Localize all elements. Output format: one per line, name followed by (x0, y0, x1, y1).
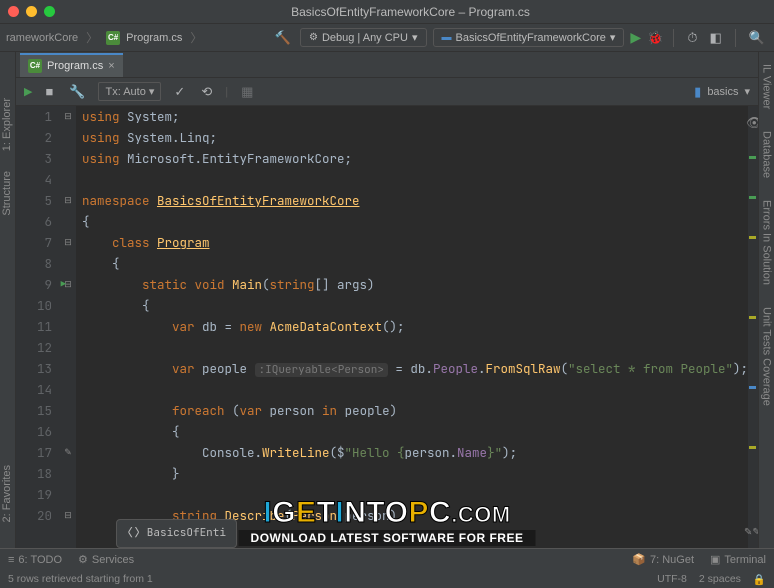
explorer-tool-button[interactable]: 1: Explorer (1, 92, 13, 157)
status-message: 5 rows retrieved starting from 1 (8, 573, 153, 585)
tx-mode-dropdown[interactable]: Tx: Auto ▾ (98, 82, 161, 101)
search-icon[interactable]: 🔍 (746, 30, 768, 46)
line-number-gutter: 123456789▶1011121314151617181920 (16, 106, 60, 548)
commit-icon[interactable]: ✓ (171, 84, 188, 100)
il-viewer-button[interactable]: IL Viewer (761, 58, 773, 115)
structure-tool-button[interactable]: Structure (1, 165, 13, 222)
minimize-window-button[interactable] (26, 6, 37, 17)
database-button[interactable]: Database (761, 125, 773, 184)
profile-button[interactable]: ⏱ (684, 30, 700, 46)
breadcrumb-project[interactable]: rameworkCore (6, 32, 78, 44)
left-tool-rail: 1: Explorer Structure 2: Favorites (0, 52, 16, 548)
errors-button[interactable]: Errors In Solution (761, 194, 773, 291)
csharp-file-icon: C# (28, 59, 42, 73)
indent-indicator[interactable]: 2 spaces (699, 573, 741, 586)
window-controls (8, 6, 55, 17)
editor-toolbar: ▶ ■ 🔧 Tx: Auto ▾ ✓ ⟲ | ▦ ▮ basics ▾ (16, 78, 758, 106)
lock-icon[interactable]: 🔒 (753, 573, 766, 586)
disabled-icon: ▦ (238, 84, 256, 100)
right-tool-rail: IL Viewer Database Errors In Solution Un… (758, 52, 774, 548)
editor-area: C# Program.cs × ▶ ■ 🔧 Tx: Auto ▾ ✓ ⟲ | ▦… (16, 52, 758, 548)
status-bar: 5 rows retrieved starting from 1 UTF-8 2… (0, 570, 774, 588)
window-title: BasicsOfEntityFrameworkCore – Program.cs (55, 5, 766, 19)
build-config-dropdown[interactable]: ⚙ Debug | Any CPU ▾ (300, 28, 427, 47)
error-stripe[interactable]: 👁 ✎✎✎ (748, 106, 758, 548)
run-config-dropdown[interactable]: ▬ BasicsOfEntityFrameworkCore ▾ (433, 28, 625, 47)
attach-button[interactable]: ◧ (707, 30, 725, 46)
run-button[interactable]: ▶ (630, 29, 641, 46)
config-label: BasicsOfEntityFrameworkCore (456, 32, 606, 44)
encoding-indicator[interactable]: UTF-8 (657, 573, 687, 586)
todo-button[interactable]: ≡ 6: TODO (8, 554, 62, 566)
context-label[interactable]: basics (707, 86, 738, 98)
services-button[interactable]: ⚙ Services (78, 553, 134, 566)
maximize-window-button[interactable] (44, 6, 55, 17)
inspection-eye-icon[interactable]: 👁 (746, 112, 758, 133)
csharp-file-icon: C# (106, 31, 120, 45)
chevron-down-icon: ▾ (610, 31, 616, 44)
debug-config-icon: ⚙ (309, 32, 318, 43)
code-content[interactable]: using System;using System.Linq;using Mic… (76, 106, 748, 548)
editor-tabs: C# Program.cs × (16, 52, 758, 78)
wrench-icon[interactable]: 🔧 (66, 84, 88, 100)
close-tab-button[interactable]: × (108, 60, 114, 72)
titlebar: BasicsOfEntityFrameworkCore – Program.cs (0, 0, 774, 24)
hammer-build-icon[interactable]: 🔨 (272, 30, 294, 46)
editor-tab[interactable]: C# Program.cs × (20, 53, 123, 77)
favorites-tool-button[interactable]: 2: Favorites (1, 459, 13, 528)
chevron-down-icon: ▾ (412, 31, 418, 44)
terminal-button[interactable]: ▣ Terminal (710, 553, 766, 566)
chevron-down-icon: ▾ (745, 85, 751, 98)
navigation-bar: rameworkCore 〉 C# Program.cs 〉 🔨 ⚙ Debug… (0, 24, 774, 52)
breadcrumb-file[interactable]: Program.cs (126, 32, 182, 44)
stop-button[interactable]: ■ (42, 84, 56, 99)
run-scratch-button[interactable]: ▶ (24, 85, 32, 98)
chevron-right-icon: 〉 (190, 29, 202, 46)
tab-label: Program.cs (47, 60, 103, 72)
folder-icon: ▮ (694, 84, 701, 100)
coverage-button[interactable]: Unit Tests Coverage (761, 301, 773, 412)
tool-window-bar: ≡ 6: TODO ⚙ Services 📦 7: NuGet ▣ Termin… (0, 548, 774, 570)
code-editor[interactable]: 123456789▶1011121314151617181920 ⊟⊟⊟⊟✎⊟ … (16, 106, 758, 548)
debug-button[interactable]: 🐞 (647, 30, 663, 46)
fold-gutter[interactable]: ⊟⊟⊟⊟✎⊟ (60, 106, 76, 548)
navigation-breadcrumb[interactable]: ⟨⟩ BasicsOfEnti (116, 519, 237, 548)
chevron-right-icon: 〉 (86, 29, 98, 46)
pencils-icon: ✎✎✎ (744, 521, 758, 542)
rollback-icon[interactable]: ⟲ (198, 84, 215, 100)
config-label: Debug | Any CPU (322, 32, 408, 44)
dotnet-icon: ▬ (442, 32, 452, 43)
close-window-button[interactable] (8, 6, 19, 17)
nuget-button[interactable]: 📦 7: NuGet (632, 553, 694, 566)
